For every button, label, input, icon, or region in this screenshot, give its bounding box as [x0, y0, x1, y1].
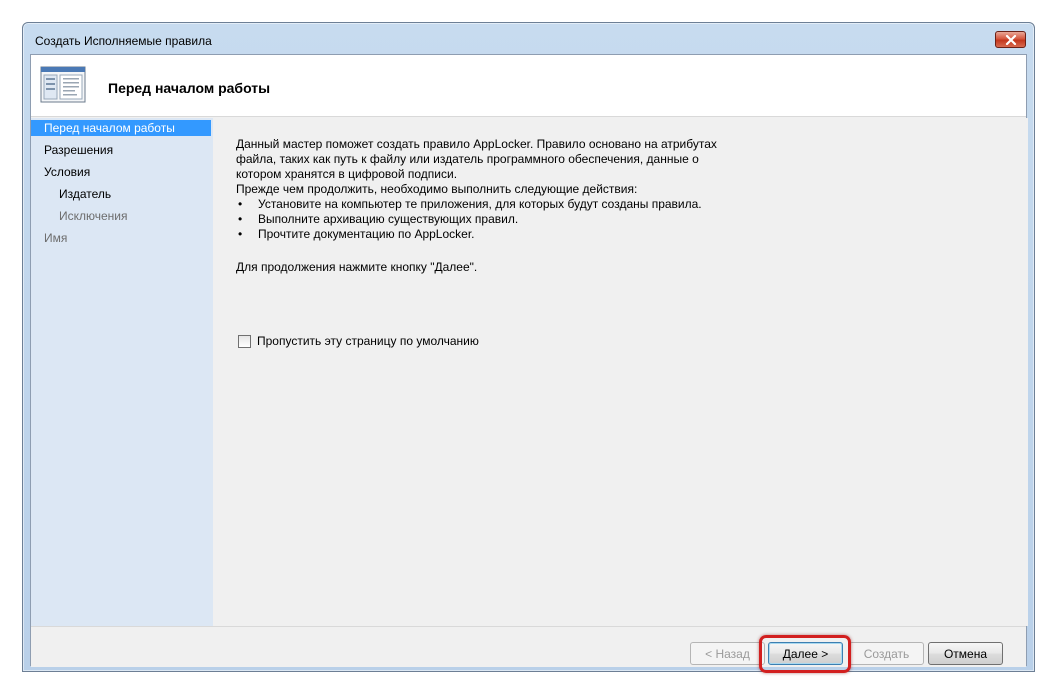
intro-text: Данный мастер поможет создать правило Ap… [236, 137, 736, 242]
intro-line: Данный мастер поможет создать правило Ap… [236, 137, 717, 151]
title-bar[interactable]: Создать Исполняемые правила [23, 23, 1034, 51]
wizard-content: Данный мастер поможет создать правило Ap… [214, 118, 1028, 626]
back-button: < Назад [690, 642, 765, 665]
list-item: Прочтите документацию по AppLocker. [236, 227, 736, 242]
wizard-footer: < Назад Далее > Создать Отмена [31, 626, 1026, 673]
close-button[interactable] [995, 31, 1026, 48]
cancel-button[interactable]: Отмена [928, 642, 1003, 665]
intro-line: Прежде чем продолжить, необходимо выполн… [236, 182, 638, 196]
skip-page-label[interactable]: Пропустить эту страницу по умолчанию [257, 334, 479, 348]
wizard-window: Создать Исполняемые правила Перед начало… [22, 22, 1035, 673]
list-item: Установите на компьютер те приложения, д… [236, 197, 736, 212]
nav-item-before-you-begin[interactable]: Перед началом работы [31, 120, 211, 136]
skip-page-checkbox[interactable] [238, 334, 251, 348]
close-icon [1005, 34, 1017, 45]
nav-item-exceptions: Исключения [59, 209, 128, 223]
nav-item-permissions[interactable]: Разрешения [31, 142, 113, 158]
wizard-header: Перед началом работы [31, 55, 1026, 117]
nav-item-name: Имя [44, 231, 68, 245]
wizard-nav: Перед началом работы Разрешения Условия … [31, 118, 213, 626]
prerequisite-list: Установите на компьютер те приложения, д… [236, 197, 736, 242]
nav-item-publisher[interactable]: Издатель [31, 186, 111, 202]
intro-line: котором хранятся в цифровой подписи. [236, 167, 458, 181]
page-title: Перед началом работы [108, 80, 271, 96]
window-title: Создать Исполняемые правила [35, 34, 212, 48]
wizard-client-area: Перед началом работы Перед началом работ… [30, 54, 1028, 673]
intro-line: файла, таких как путь к файлу или издате… [236, 152, 699, 166]
continue-text: Для продолжения нажмите кнопку "Далее". [236, 260, 478, 274]
next-button-highlight [759, 635, 851, 673]
nav-item-conditions[interactable]: Условия [31, 164, 90, 180]
list-item: Выполните архивацию существующих правил. [236, 212, 736, 227]
create-button: Создать [849, 642, 924, 665]
skip-page-option[interactable]: Пропустить эту страницу по умолчанию [238, 334, 479, 348]
wizard-form-icon [40, 64, 86, 107]
